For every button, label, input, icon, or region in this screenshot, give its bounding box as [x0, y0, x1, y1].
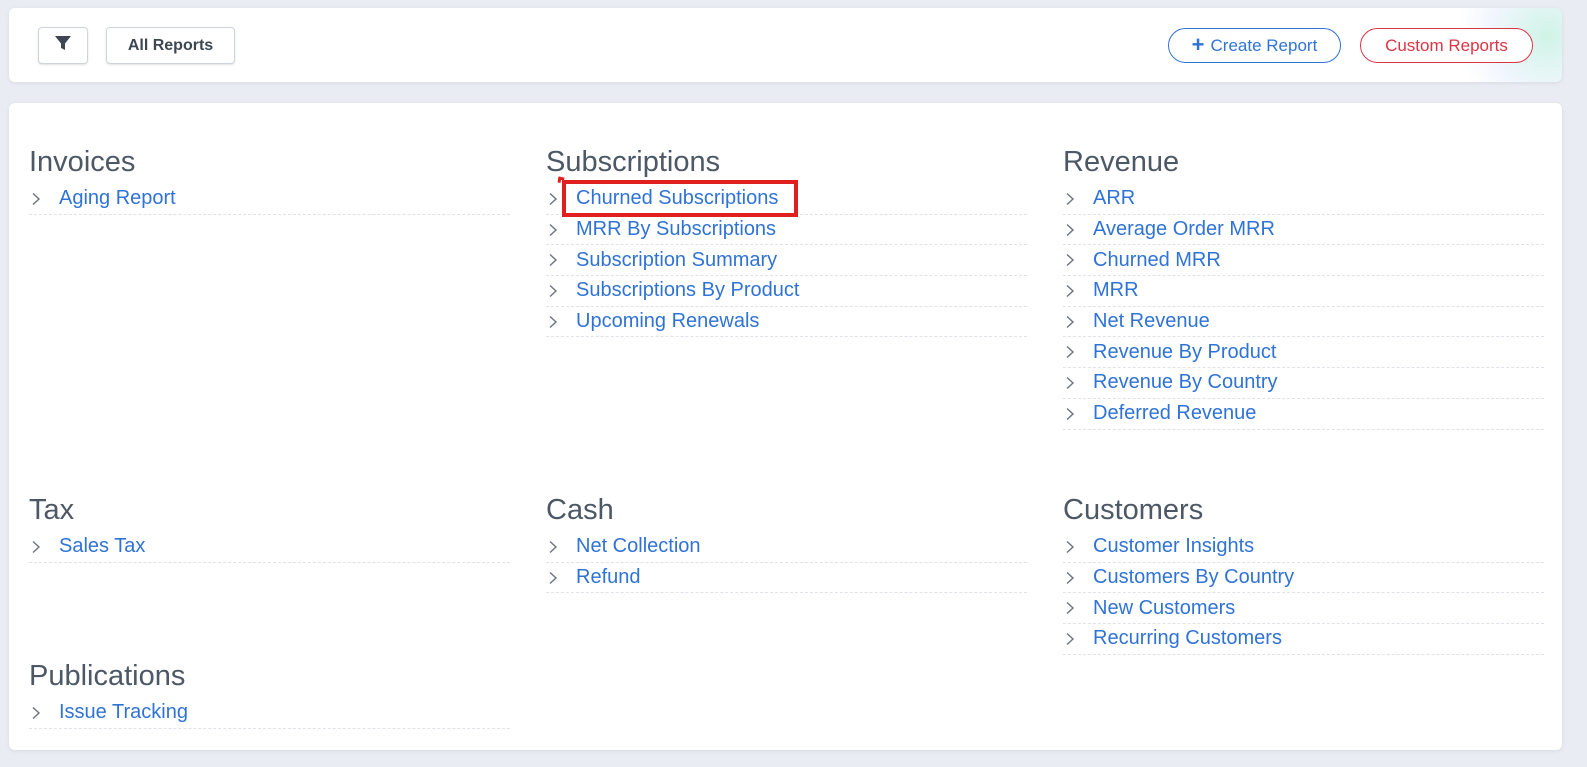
chevron-right-icon [1063, 632, 1093, 646]
report-link-mrr-by-subscriptions[interactable]: MRR By Subscriptions [546, 215, 1027, 246]
report-link-net-revenue[interactable]: Net Revenue [1063, 307, 1544, 338]
chevron-right-icon [1063, 601, 1093, 615]
report-link-label: Issue Tracking [59, 701, 188, 724]
report-link-label: Sales Tax [59, 535, 146, 558]
create-report-button[interactable]: + Create Report [1168, 28, 1341, 63]
create-report-label: Create Report [1210, 35, 1318, 55]
report-link-label: Customer Insights [1093, 535, 1255, 558]
report-link-label: Upcoming Renewals [576, 310, 760, 333]
chevron-right-icon [1063, 284, 1093, 298]
report-link-label: Recurring Customers [1093, 627, 1282, 650]
section-title: Publications [29, 660, 186, 692]
report-link-revenue-by-product[interactable]: Revenue By Product [1063, 337, 1544, 369]
report-link-customer-insights[interactable]: Customer Insights [1063, 532, 1544, 563]
top-toolbar: All Reports + Create Report Custom Repor… [9, 8, 1562, 82]
chevron-right-icon [546, 284, 576, 298]
report-link-new-customers[interactable]: New Customers [1063, 593, 1544, 625]
chevron-right-icon [1063, 223, 1093, 237]
report-link-aging-report[interactable]: Aging Report [29, 184, 510, 215]
chevron-right-icon [546, 223, 576, 237]
report-link-label: Net Collection [576, 535, 701, 558]
reports-panel: Invoices Aging Report Subscriptions Churne… [9, 103, 1562, 750]
chevron-right-icon [29, 192, 59, 206]
chevron-right-icon [1063, 253, 1093, 267]
filter-icon [54, 34, 72, 57]
chevron-right-icon [546, 253, 576, 267]
report-link-sales-tax[interactable]: Sales Tax [29, 532, 510, 563]
custom-reports-button[interactable]: Custom Reports [1360, 28, 1533, 63]
report-link-label: Revenue By Product [1093, 340, 1277, 363]
report-link-churned-subscriptions[interactable]: Churned Subscriptions [546, 176, 1027, 217]
report-link-mrr[interactable]: MRR [1063, 276, 1544, 307]
section-title: Cash [546, 494, 614, 526]
chevron-right-icon [546, 571, 576, 585]
chevron-right-icon [1063, 376, 1093, 390]
report-link-subscription-summary[interactable]: Subscription Summary [546, 245, 1027, 277]
report-link-label: Subscriptions By Product [576, 279, 800, 302]
report-link-arr[interactable]: ARR [1063, 184, 1544, 215]
section-revenue: Revenue ARR Average Order MRR Churned MRR MR… [1063, 143, 1544, 430]
report-link-issue-tracking[interactable]: Issue Tracking [29, 698, 510, 729]
report-link-refund[interactable]: Refund [546, 563, 1027, 594]
section-subscriptions: Subscriptions Churned Subscriptions MRR By… [546, 143, 1027, 338]
report-link-label: MRR By Subscriptions [576, 218, 777, 241]
report-link-net-collection[interactable]: Net Collection [546, 532, 1027, 563]
report-link-label: Average Order MRR [1093, 218, 1275, 241]
report-link-label: Customers By Country [1093, 566, 1295, 589]
report-link-label: New Customers [1093, 596, 1236, 619]
report-link-deferred-revenue[interactable]: Deferred Revenue [1063, 399, 1544, 430]
all-reports-button[interactable]: All Reports [106, 27, 235, 64]
chevron-right-icon [29, 540, 59, 554]
report-link-label: Subscription Summary [576, 248, 778, 271]
chevron-right-icon [1063, 407, 1093, 421]
report-link-label: Net Revenue [1093, 310, 1210, 333]
chevron-right-icon [29, 706, 59, 720]
report-link-upcoming-renewals[interactable]: Upcoming Renewals [546, 307, 1027, 338]
report-link-churned-mrr[interactable]: Churned MRR [1063, 245, 1544, 277]
section-title: Subscriptions [546, 146, 721, 178]
section-publications: Publications Issue Tracking [29, 657, 510, 729]
section-cash: Cash Net Collection Refund [546, 491, 1027, 594]
report-link-subscriptions-by-product[interactable]: Subscriptions By Product [546, 276, 1027, 307]
section-customers: Customers Customer Insights Customers By C… [1063, 491, 1544, 655]
chevron-right-icon [1063, 345, 1093, 359]
report-link-label: Churned Subscriptions [576, 187, 779, 210]
chevron-right-icon [1063, 315, 1093, 329]
section-title: Tax [29, 494, 75, 526]
report-link-label: Aging Report [59, 187, 176, 210]
report-link-label: Revenue By Country [1093, 371, 1278, 394]
report-link-recurring-customers[interactable]: Recurring Customers [1063, 624, 1544, 655]
report-link-label: Churned MRR [1093, 248, 1221, 271]
chevron-right-icon [546, 315, 576, 329]
report-link-average-order-mrr[interactable]: Average Order MRR [1063, 215, 1544, 246]
report-link-customers-by-country[interactable]: Customers By Country [1063, 563, 1544, 594]
report-link-label: MRR [1093, 279, 1139, 302]
chevron-right-icon [546, 540, 576, 554]
section-title: Revenue [1063, 146, 1180, 178]
report-link-label: Deferred Revenue [1093, 402, 1257, 425]
highlight-mark [557, 176, 565, 184]
report-link-label: Refund [576, 566, 641, 589]
filter-button[interactable] [38, 27, 88, 64]
section-tax: Tax Sales Tax [29, 491, 510, 563]
chevron-right-icon [1063, 192, 1093, 206]
plus-icon: + [1191, 31, 1205, 57]
chevron-right-icon [546, 192, 576, 206]
chevron-right-icon [1063, 540, 1093, 554]
report-link-label: ARR [1093, 187, 1136, 210]
section-invoices: Invoices Aging Report [29, 143, 510, 215]
section-title: Customers [1063, 494, 1204, 526]
report-link-revenue-by-country[interactable]: Revenue By Country [1063, 368, 1544, 399]
chevron-right-icon [1063, 571, 1093, 585]
section-title: Invoices [29, 146, 136, 178]
